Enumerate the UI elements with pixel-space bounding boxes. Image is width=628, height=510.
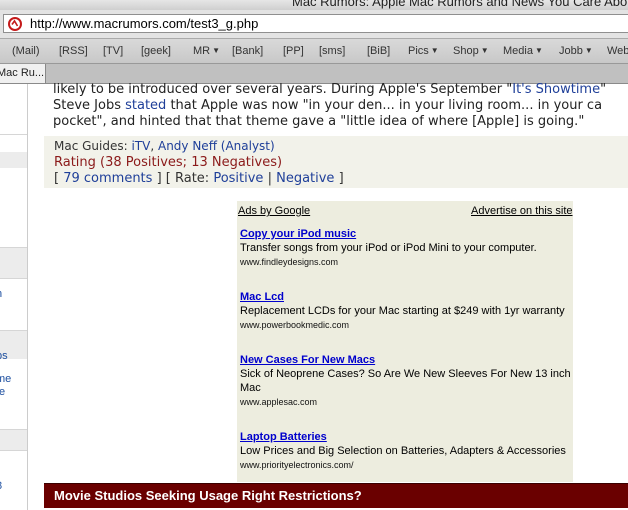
bookmark-pp[interactable]: [PP] <box>283 45 304 57</box>
sidebar-divider <box>0 134 27 135</box>
window-title-bar: Mac Rumors: Apple Mac Rumors and News Yo… <box>0 0 628 10</box>
ad-title-link[interactable]: Copy your iPod music <box>240 228 356 240</box>
article-line-2: Steve Jobs stated that Apple was now "in… <box>53 98 602 113</box>
sidebar-band <box>0 152 27 168</box>
article-text: Steve Jobs <box>53 98 126 113</box>
bookmark-media-label: Media <box>503 45 533 57</box>
ad-url[interactable]: www.priorityelectronics.com/ <box>240 460 354 470</box>
guide-itv-link[interactable]: iTV <box>131 139 150 153</box>
rate-label: ] [ Rate: <box>152 171 214 186</box>
tab-macrumors[interactable]: Mac Ru... <box>0 64 46 83</box>
mac-guides-line: Mac Guides: iTV, Andy Neff (Analyst) <box>54 139 275 153</box>
bookmark-jobb-label: Jobb <box>559 45 583 57</box>
ad-title-link[interactable]: New Cases For New Macs <box>240 354 375 366</box>
ad-title-link[interactable]: Laptop Batteries <box>240 431 327 443</box>
ad-url[interactable]: www.findleydesigns.com <box>240 257 338 267</box>
chevron-down-icon: ▼ <box>212 46 221 55</box>
chevron-down-icon: ▼ <box>584 46 593 55</box>
ad-description: Low Prices and Big Selection on Batterie… <box>240 445 566 457</box>
article-body: likely to be introduced over several yea… <box>44 82 628 136</box>
bookmark-sms[interactable]: [sms] <box>319 45 345 57</box>
bookmark-pics-label: Pics <box>408 45 429 57</box>
ad-url[interactable]: www.applesac.com <box>240 397 317 407</box>
bookmark-bib[interactable]: [BiB] <box>367 45 390 57</box>
comments-link[interactable]: 79 comments <box>63 171 152 186</box>
ad-url[interactable]: www.powerbookmedic.com <box>240 320 349 330</box>
ad-description: Sick of Neoprene Cases? So Are We New Sl… <box>240 368 571 394</box>
rating-text: Rating (38 Positives; 13 Negatives) <box>54 155 283 170</box>
chevron-down-icon: ▼ <box>430 46 439 55</box>
tab-label: Mac Ru... <box>0 67 45 79</box>
ad-description: Transfer songs from your iPod or iPod Mi… <box>240 242 537 254</box>
ad-description: Replacement LCDs for your Mac starting a… <box>240 305 565 317</box>
sidebar-band <box>0 248 27 278</box>
bookmark-bank[interactable]: [Bank] <box>232 45 263 57</box>
bookmark-shop-menu[interactable]: Shop ▼ <box>453 45 489 57</box>
bookmark-geek[interactable]: [geek] <box>141 45 171 57</box>
left-sidebar: n ps me te 8 <box>0 84 28 510</box>
sidebar-link-fragment[interactable]: n <box>0 288 2 300</box>
sidebar-band <box>0 430 27 450</box>
google-ads-box: Ads by Google Advertise on this site Cop… <box>237 201 573 482</box>
article-line-3: pocket", and hinted that that theme gave… <box>53 114 585 129</box>
ad-title-link[interactable]: Mac Lcd <box>240 291 284 303</box>
chevron-down-icon: ▼ <box>534 46 543 55</box>
main-content: likely to be introduced over several yea… <box>44 82 628 510</box>
bookmarks-bar: (Mail) [RSS] [TV] [geek] MR ▼ [Bank] [PP]… <box>0 38 628 64</box>
sidebar-link-fragment[interactable]: 8 <box>0 480 2 492</box>
next-article-headline-bar: Movie Studios Seeking Usage Right Restri… <box>44 483 628 508</box>
advertise-link[interactable]: Advertise on this site <box>471 205 573 217</box>
bracket-text: ] <box>334 171 344 186</box>
article-line-1: likely to be introduced over several yea… <box>53 82 606 97</box>
bookmark-web[interactable]: Web <box>607 45 628 57</box>
rate-positive-link[interactable]: Positive <box>213 171 263 186</box>
bookmark-mail[interactable]: (Mail) <box>12 45 40 57</box>
address-field[interactable]: http://www.macrumors.com/test3_g.php <box>3 14 628 33</box>
bookmark-mr-label: MR <box>193 45 211 57</box>
tab-bar: Mac Ru... <box>0 64 628 84</box>
rate-separator: | <box>263 171 277 186</box>
sidebar-link-fragment[interactable]: me <box>0 373 11 385</box>
bookmark-tv[interactable]: [TV] <box>103 45 123 57</box>
article-headline-link[interactable]: Movie Studios Seeking Usage Right Restri… <box>54 488 362 503</box>
comment-rate-line: [ 79 comments ] [ Rate: Positive | Negat… <box>54 171 344 186</box>
sidebar-link-fragment[interactable]: te <box>0 386 5 398</box>
window-title: Mac Rumors: Apple Mac Rumors and News Yo… <box>292 0 628 9</box>
guide-separator: , <box>150 139 158 153</box>
rate-negative-link[interactable]: Negative <box>276 171 334 186</box>
sidebar-divider <box>0 450 27 451</box>
mac-guides-label: Mac Guides: <box>54 139 132 153</box>
address-bar-row: http://www.macrumors.com/test3_g.php <box>0 10 628 38</box>
its-showtime-link[interactable]: It's Showtime <box>512 82 600 97</box>
guide-andy-neff-link[interactable]: Andy Neff (Analyst) <box>158 139 275 153</box>
bookmark-media-menu[interactable]: Media ▼ <box>503 45 543 57</box>
sidebar-divider <box>0 278 27 279</box>
article-meta: Mac Guides: iTV, Andy Neff (Analyst) Rat… <box>44 136 628 188</box>
article-text: that Apple was now "in your den... in yo… <box>166 98 603 113</box>
bookmark-pics-menu[interactable]: Pics ▼ <box>408 45 439 57</box>
article-text: " <box>600 82 607 97</box>
url-text: http://www.macrumors.com/test3_g.php <box>30 16 259 31</box>
bookmark-mr-menu[interactable]: MR ▼ <box>193 45 220 57</box>
ads-by-google-link[interactable]: Ads by Google <box>238 205 310 217</box>
chevron-down-icon: ▼ <box>480 46 489 55</box>
stated-link[interactable]: stated <box>125 98 166 113</box>
bracket-text: [ <box>54 171 64 186</box>
bookmark-shop-label: Shop <box>453 45 479 57</box>
sidebar-link-fragment[interactable]: ps <box>0 350 8 362</box>
site-favicon-icon <box>8 17 22 31</box>
bookmark-rss[interactable]: [RSS] <box>59 45 88 57</box>
article-text: likely to be introduced over several yea… <box>53 82 513 97</box>
bookmark-jobb-menu[interactable]: Jobb ▼ <box>559 45 593 57</box>
